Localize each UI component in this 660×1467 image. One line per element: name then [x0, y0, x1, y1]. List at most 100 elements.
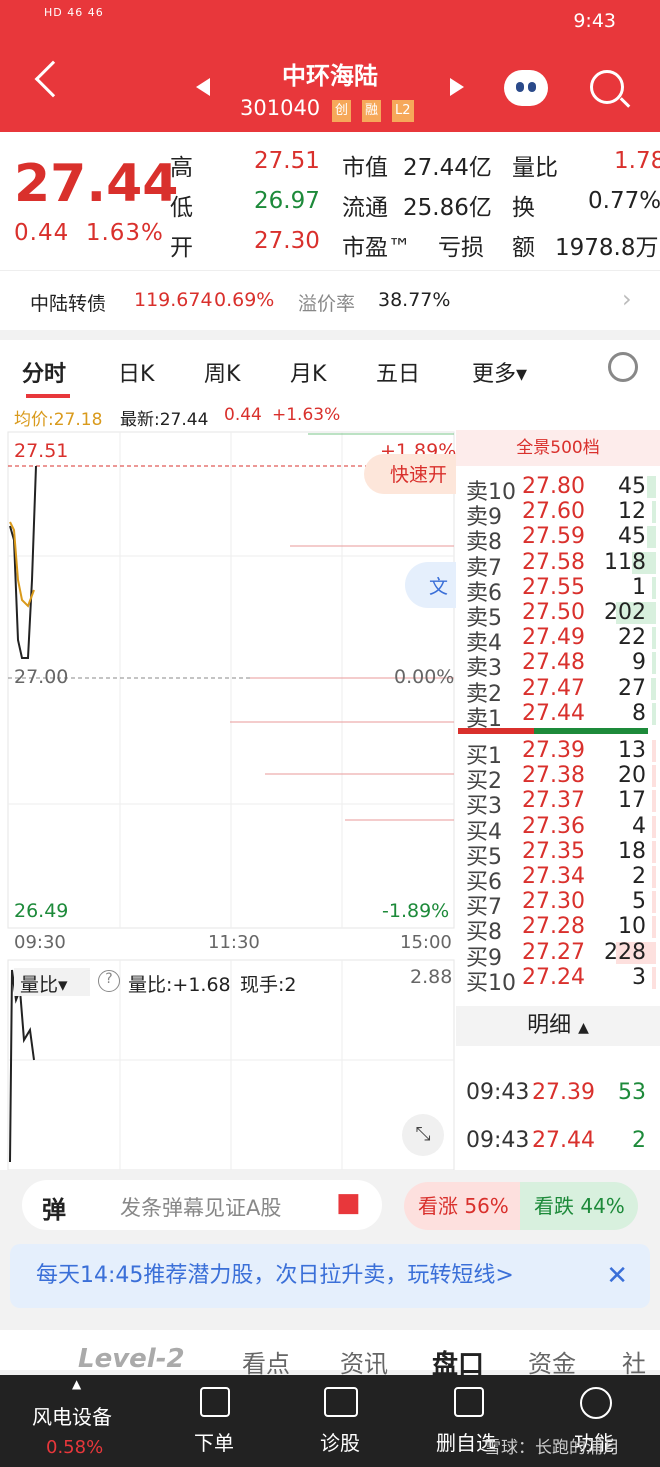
axis-mid: 27.00: [14, 666, 69, 688]
tab-monthly[interactable]: 月K: [290, 356, 326, 388]
bearish-button[interactable]: 看跌 44%: [520, 1182, 638, 1230]
sell-price: 27.50: [522, 600, 585, 625]
order-book-title[interactable]: 全景500档: [456, 430, 660, 466]
buy-volume: 20: [618, 763, 646, 789]
sector-name[interactable]: 风电设备: [32, 1401, 112, 1430]
sell-row[interactable]: 卖7 27.58 118: [466, 549, 656, 581]
buy-price: 27.28: [522, 914, 585, 940]
sell-volume-bar: [650, 677, 656, 700]
stock-name: 中环海陆: [282, 62, 378, 90]
buy-row[interactable]: 买9 27.27 228: [466, 939, 656, 971]
convertible-bond-row[interactable]: 中陆转债 119.674 0.69% 溢价率 38.77% ›: [0, 270, 660, 330]
gift-icon[interactable]: ■: [336, 1188, 361, 1218]
sell-row[interactable]: 卖1 27.44 8: [466, 700, 656, 732]
subtab-community[interactable]: 社: [622, 1344, 646, 1379]
trade-detail-row: 09:43 27.44 2: [466, 1128, 656, 1154]
buy-row[interactable]: 买1 27.39 13: [466, 738, 656, 769]
settings-icon[interactable]: [608, 352, 638, 382]
tag-l2: L2: [392, 100, 414, 122]
buy-row[interactable]: 买8 27.28 10: [466, 914, 656, 945]
high-value: 27.51: [254, 148, 320, 174]
trade-price: 27.39: [532, 1080, 595, 1105]
text-float-button[interactable]: 文: [405, 562, 456, 608]
status-time: 9:43: [573, 10, 616, 32]
promo-banner[interactable]: 每天14:45推荐潜力股，次日拉升卖，玩转短线> ✕: [10, 1244, 650, 1308]
tab-daily[interactable]: 日K: [118, 356, 154, 388]
buy-row[interactable]: 买2 27.38 20: [466, 763, 656, 794]
buy-volume-bar: [652, 866, 656, 888]
tab-more[interactable]: 更多▾: [472, 356, 527, 388]
buy-row[interactable]: 买10 27.24 3: [466, 965, 656, 996]
sell-price: 27.44: [522, 700, 585, 726]
tab-five-day[interactable]: 五日: [376, 356, 420, 388]
bullish-button[interactable]: 看涨 56%: [404, 1182, 520, 1230]
status-bar: HD 46 46 9:43: [0, 0, 660, 44]
premium-label: 溢价率: [298, 293, 356, 315]
buy-row[interactable]: 买6 27.34 2: [466, 864, 656, 895]
trade-price: 27.44: [532, 1128, 595, 1153]
close-icon[interactable]: ✕: [606, 1244, 628, 1308]
prev-stock-icon[interactable]: [196, 78, 210, 96]
sell-price: 27.48: [522, 650, 585, 676]
sell-volume-bar: [652, 576, 656, 599]
detail-header[interactable]: 明细 ▲: [456, 1006, 660, 1046]
subtab-level2[interactable]: Level-2: [78, 1344, 185, 1374]
open-value: 27.30: [254, 228, 320, 254]
sell-row[interactable]: 卖5 27.50 202: [466, 600, 656, 631]
sell-row[interactable]: 卖4 27.49 22: [466, 625, 656, 656]
chevron-up-icon: ▲: [578, 1020, 589, 1036]
danmaku-bar[interactable]: 弹 发条弹幕见证A股 ■: [22, 1180, 382, 1230]
sell-price: 27.80: [522, 474, 585, 499]
nav-order[interactable]: 下单: [194, 1427, 234, 1456]
next-stock-icon[interactable]: [450, 78, 464, 96]
function-icon: [580, 1387, 612, 1419]
quick-open-button[interactable]: 快速开: [364, 454, 456, 494]
sell-row[interactable]: 卖2 27.47 27: [466, 676, 656, 707]
tab-intraday[interactable]: 分时: [22, 356, 66, 388]
back-icon[interactable]: [34, 60, 72, 98]
chart-tabs: 分时 日K 周K 月K 五日 更多▾: [0, 340, 660, 400]
help-icon[interactable]: ?: [98, 970, 120, 992]
buy-volume-bar: [652, 740, 656, 762]
chart-svg: [7, 431, 455, 1170]
sell-price: 27.58: [522, 549, 585, 575]
bottom-nav: ▲ 风电设备 0.58% 下单 诊股 删自选 功能 雪球：长跑的浦月: [0, 1375, 660, 1467]
buy-row[interactable]: 买4 27.36 4: [466, 814, 656, 845]
sell-row[interactable]: 卖8 27.59 45: [466, 524, 656, 555]
buy-volume-bar: [652, 790, 656, 813]
tab-weekly[interactable]: 周K: [204, 356, 240, 388]
subtab-news[interactable]: 资讯: [340, 1344, 388, 1379]
danmaku-input[interactable]: 发条弹幕见证A股: [120, 1192, 281, 1222]
sell-row[interactable]: 卖9 27.60 12: [466, 499, 656, 530]
high-label: 高: [170, 155, 193, 181]
pe-label: 市盈™: [342, 235, 411, 261]
buy-row[interactable]: 买3 27.37 17: [466, 788, 656, 819]
search-icon[interactable]: [590, 70, 624, 104]
premium-value: 38.77%: [378, 289, 451, 311]
nav-diagnose[interactable]: 诊股: [320, 1427, 360, 1456]
sell-row[interactable]: 卖10 27.80 45: [466, 474, 656, 505]
buy-row[interactable]: 买5 27.35 18: [466, 839, 656, 870]
buy-volume: 228: [604, 939, 646, 965]
sell-row[interactable]: 卖3 27.48 9: [466, 650, 656, 681]
buy-price: 27.27: [522, 939, 585, 965]
chevron-up-small-icon: ▲: [72, 1377, 82, 1391]
sell-volume-bar: [651, 627, 656, 650]
low-label: 低: [170, 195, 193, 221]
sector-pct: 0.58%: [46, 1437, 104, 1458]
price-line: [9, 465, 37, 659]
turnover-label: 换: [512, 195, 535, 221]
subtab-funds[interactable]: 资金: [528, 1344, 576, 1379]
sell-volume-bar: [647, 526, 656, 549]
volume-indicator-select[interactable]: 量比▾: [14, 968, 90, 996]
buy-volume: 17: [618, 788, 646, 814]
sell-volume-bar: [652, 702, 656, 725]
avg-price: 均价:27.18: [14, 410, 103, 430]
buy-row[interactable]: 买7 27.30 5: [466, 889, 656, 920]
buy-volume-bar: [652, 966, 656, 989]
subtab-kandian[interactable]: 看点: [242, 1344, 290, 1379]
volume-ratio-text: 量比:+1.68: [128, 974, 231, 996]
sell-row[interactable]: 卖6 27.55 1: [466, 575, 656, 606]
robot-icon[interactable]: [504, 70, 548, 106]
fullscreen-icon[interactable]: ⤡: [402, 1114, 444, 1156]
